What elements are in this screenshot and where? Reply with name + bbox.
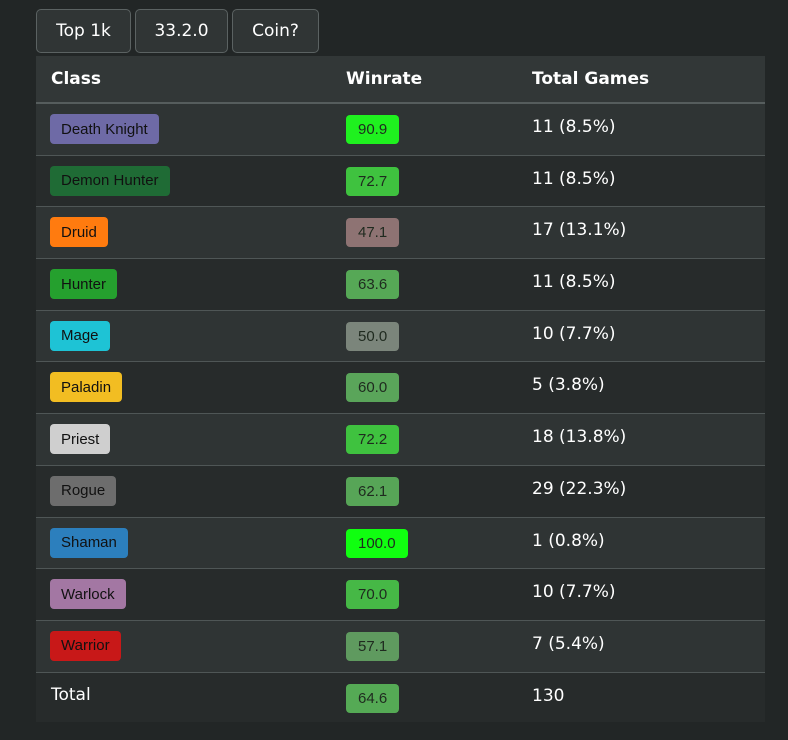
total-games: 130: [532, 685, 565, 706]
table-row: Druid 47.1 17 (13.1%): [36, 207, 765, 260]
winrate-badge: 72.7: [346, 166, 400, 196]
table-row: Priest 72.2 18 (13.8%): [36, 414, 765, 466]
winrate-badge: 100.0: [346, 528, 408, 558]
table-row: Hunter 63.6 11 (8.5%): [36, 259, 765, 311]
total-games-cell: 1 (0.8%): [532, 530, 605, 551]
table-row: Paladin 60.0 5 (3.8%): [36, 362, 765, 415]
winrate-badge: 63.6: [346, 270, 400, 300]
table-row: Death Knight 90.9 11 (8.5%): [36, 104, 765, 156]
total-games-cell: 7 (5.4%): [532, 633, 605, 654]
total-games-cell: 18 (13.8%): [532, 427, 627, 448]
class-badge[interactable]: Warrior: [50, 630, 121, 661]
table-row: Rogue 62.1 29 (22.3%): [36, 465, 765, 518]
class-badge[interactable]: Demon Hunter: [50, 165, 170, 196]
filter-coin-button[interactable]: Coin?: [232, 9, 319, 53]
table-row: Demon Hunter 72.7 11 (8.5%): [36, 155, 765, 208]
winrate-badge: 70.0: [346, 580, 400, 610]
header-winrate[interactable]: Winrate: [346, 69, 422, 89]
class-winrate-table: Class Winrate Total Games Death Knight 90…: [36, 56, 765, 722]
table-header: Class Winrate Total Games: [36, 56, 765, 104]
winrate-badge: 57.1: [346, 631, 400, 661]
winrate-badge: 62.1: [346, 476, 400, 506]
total-games-cell: 10 (7.7%): [532, 323, 616, 344]
total-games-cell: 29 (22.3%): [532, 478, 627, 499]
total-winrate-badge: 64.6: [346, 683, 400, 713]
class-badge[interactable]: Druid: [50, 217, 108, 248]
table-body: Death Knight 90.9 11 (8.5%) Demon Hunter 72.…: [36, 104, 765, 673]
table-total-row: Total 64.6 130: [36, 672, 765, 722]
total-games-cell: 17 (13.1%): [532, 220, 627, 241]
header-total-games[interactable]: Total Games: [532, 69, 649, 89]
class-badge[interactable]: Rogue: [50, 475, 117, 506]
table-row: Mage 50.0 10 (7.7%): [36, 310, 765, 363]
class-badge[interactable]: Paladin: [50, 372, 123, 403]
class-badge[interactable]: Mage: [50, 320, 110, 351]
total-games-cell: 11 (8.5%): [532, 272, 616, 293]
class-badge[interactable]: Shaman: [50, 527, 128, 558]
table-row: Warlock 70.0 10 (7.7%): [36, 569, 765, 621]
total-games-cell: 10 (7.7%): [532, 582, 616, 603]
winrate-badge: 72.2: [346, 425, 400, 455]
filter-patch-button[interactable]: 33.2.0: [135, 9, 228, 53]
class-badge[interactable]: Priest: [50, 424, 111, 455]
total-games-cell: 11 (8.5%): [532, 168, 616, 189]
class-badge[interactable]: Hunter: [50, 269, 118, 300]
filter-rank-button[interactable]: Top 1k: [36, 9, 131, 53]
total-games-cell: 11 (8.5%): [532, 117, 616, 137]
table-row: Shaman 100.0 1 (0.8%): [36, 517, 765, 570]
winrate-badge: 50.0: [346, 321, 400, 351]
total-label: Total: [51, 684, 91, 705]
total-games-cell: 5 (3.8%): [532, 375, 605, 396]
winrate-badge: 60.0: [346, 373, 400, 403]
class-badge[interactable]: Warlock: [50, 579, 126, 610]
class-badge[interactable]: Death Knight: [50, 114, 159, 144]
winrate-badge: 47.1: [346, 218, 400, 248]
table-row: Warrior 57.1 7 (5.4%): [36, 620, 765, 673]
header-class[interactable]: Class: [51, 69, 101, 89]
winrate-badge: 90.9: [346, 115, 400, 144]
